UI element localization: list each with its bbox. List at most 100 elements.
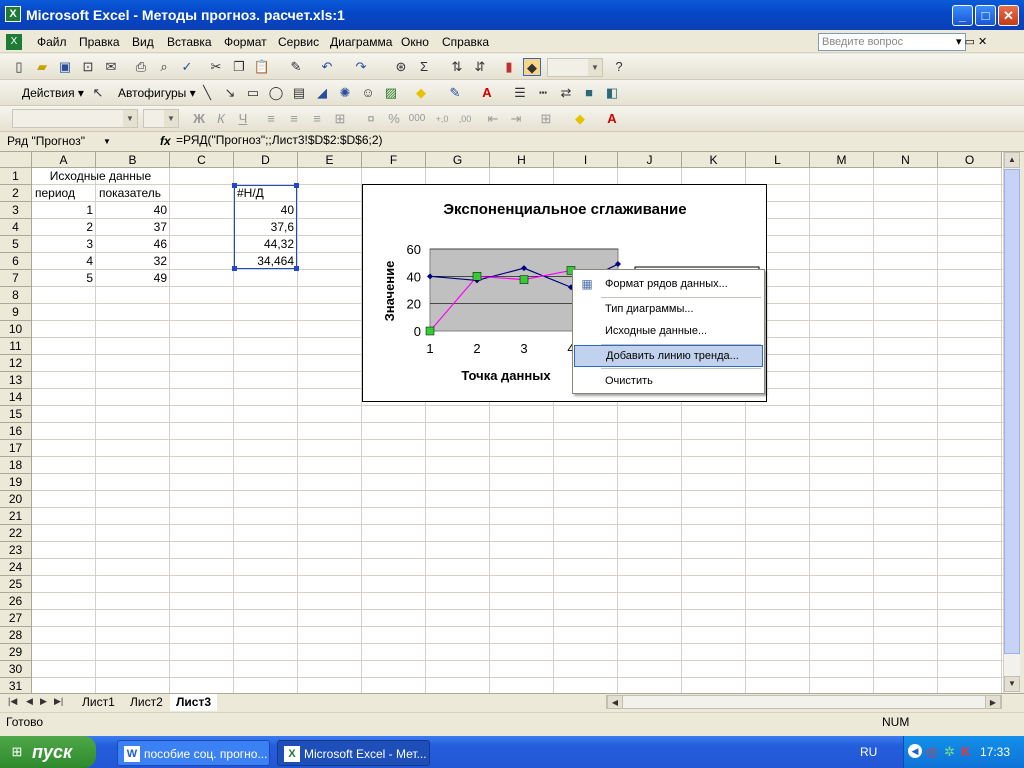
arrow-style-icon[interactable]: ⇄ [557, 84, 575, 102]
sheet-tab-3[interactable]: Лист3 [170, 694, 218, 711]
fx-icon[interactable]: fx [160, 134, 171, 148]
chart-wizard-icon[interactable]: ▮ [500, 58, 518, 76]
column-header-m[interactable]: M [810, 152, 874, 168]
highlight-fill-icon[interactable]: ◆ [571, 110, 589, 128]
row-header-30[interactable]: 30 [0, 661, 32, 678]
row-header-23[interactable]: 23 [0, 542, 32, 559]
cut-icon[interactable]: ✂ [207, 58, 225, 76]
underline-icon[interactable]: Ч [234, 110, 252, 128]
row-header-16[interactable]: 16 [0, 423, 32, 440]
column-header-l[interactable]: L [746, 152, 810, 168]
cell-a6[interactable]: 4 [32, 253, 96, 270]
menu-format-data-series[interactable]: ▦ Формат рядов данных... [574, 273, 763, 295]
row-header-24[interactable]: 24 [0, 559, 32, 576]
menu-source-data[interactable]: Исходные данные... [574, 320, 763, 342]
scroll-thumb[interactable] [1004, 169, 1020, 654]
column-header-i[interactable]: I [554, 152, 618, 168]
fill-color-icon[interactable]: ◆ [412, 84, 430, 102]
cell-b4[interactable]: 37 [96, 219, 170, 236]
row-header-10[interactable]: 10 [0, 321, 32, 338]
row-header-25[interactable]: 25 [0, 576, 32, 593]
diagram-icon[interactable]: ✺ [336, 84, 354, 102]
column-header-g[interactable]: G [426, 152, 490, 168]
row-header-17[interactable]: 17 [0, 440, 32, 457]
series-2-point[interactable] [472, 272, 482, 281]
paste-icon[interactable]: 📋 [253, 58, 271, 76]
horizontal-scrollbar[interactable]: ◀ ▶ [606, 695, 1002, 709]
menu-service[interactable]: Сервис [278, 35, 319, 49]
doc-window-controls[interactable]: ▾ ▭ ✕ [956, 35, 987, 48]
x-axis-title[interactable]: Точка данных [461, 368, 551, 383]
align-right-icon[interactable]: ≡ [308, 110, 326, 128]
row-header-9[interactable]: 9 [0, 304, 32, 321]
vertical-scrollbar[interactable]: ▲ ▼ [1003, 152, 1020, 693]
column-header-c[interactable]: C [170, 152, 234, 168]
cell-a3[interactable]: 1 [32, 202, 96, 219]
row-header-28[interactable]: 28 [0, 627, 32, 644]
row-header-22[interactable]: 22 [0, 525, 32, 542]
redo-icon[interactable]: ↷ [352, 58, 370, 76]
show-hidden-icon[interactable]: ◀ [908, 744, 922, 758]
picture-icon[interactable]: ▨ [382, 84, 400, 102]
select-objects-icon[interactable]: ↖ [89, 84, 107, 102]
line-color-icon[interactable]: ✎ [446, 84, 464, 102]
undo-icon[interactable]: ↶ [318, 58, 336, 76]
cell-a5[interactable]: 3 [32, 236, 96, 253]
maximize-button[interactable]: □ [975, 5, 996, 26]
print-preview-icon[interactable]: ⌕ [155, 58, 173, 76]
antivirus-icon[interactable]: K [961, 744, 970, 759]
cell-a2[interactable]: период [32, 185, 96, 202]
row-header-5[interactable]: 5 [0, 236, 32, 253]
row-header-20[interactable]: 20 [0, 491, 32, 508]
cell-a4[interactable]: 2 [32, 219, 96, 236]
row-header-18[interactable]: 18 [0, 457, 32, 474]
menu-clear[interactable]: Очистить [574, 370, 763, 392]
menu-format[interactable]: Формат [224, 35, 267, 49]
name-box[interactable]: Ряд "Прогноз" [4, 133, 116, 150]
open-icon[interactable]: ▰ [33, 58, 51, 76]
y-axis-title[interactable]: Значение [382, 261, 397, 322]
shadow-icon[interactable]: ■ [580, 84, 598, 102]
new-icon[interactable]: ▯ [10, 58, 28, 76]
increase-indent-icon[interactable]: ⇥ [507, 110, 525, 128]
row-header-13[interactable]: 13 [0, 372, 32, 389]
cell-b6[interactable]: 32 [96, 253, 170, 270]
textbox-icon[interactable]: ▤ [290, 84, 308, 102]
sort-desc-icon[interactable]: ⇵ [471, 58, 489, 76]
range-handle[interactable] [232, 266, 237, 271]
range-handle[interactable] [232, 183, 237, 188]
sheet-tab-2[interactable]: Лист2 [124, 694, 169, 711]
row-header-3[interactable]: 3 [0, 202, 32, 219]
spelling-icon[interactable]: ✓ [178, 58, 196, 76]
row-header-4[interactable]: 4 [0, 219, 32, 236]
menu-window[interactable]: Окно [401, 35, 429, 49]
merge-center-icon[interactable]: ⊞ [331, 110, 349, 128]
column-header-k[interactable]: K [682, 152, 746, 168]
cell-b2[interactable]: показатель [96, 185, 170, 202]
row-header-19[interactable]: 19 [0, 474, 32, 491]
print-icon[interactable]: ⎙ [132, 58, 150, 76]
row-header-15[interactable]: 15 [0, 406, 32, 423]
clipart-icon[interactable]: ☺ [359, 84, 377, 102]
prev-sheet-icon[interactable]: ◀ [26, 696, 33, 707]
drawing-icon[interactable]: ◆ [523, 58, 541, 76]
scroll-down-icon[interactable]: ▼ [1004, 676, 1020, 692]
row-header-27[interactable]: 27 [0, 610, 32, 627]
menu-add-trendline[interactable]: Добавить линию тренда... [574, 345, 763, 367]
3d-icon[interactable]: ◧ [603, 84, 621, 102]
close-button[interactable]: ✕ [998, 5, 1019, 26]
rectangle-icon[interactable]: ▭ [244, 84, 262, 102]
decrease-indent-icon[interactable]: ⇤ [484, 110, 502, 128]
menu-chart-type[interactable]: Тип диаграммы... [574, 298, 763, 320]
menu-help[interactable]: Справка [442, 35, 489, 49]
range-handle[interactable] [294, 266, 299, 271]
menu-edit[interactable]: Правка [79, 35, 120, 49]
decrease-decimal-icon[interactable]: ,00 [456, 110, 474, 128]
actions-menu[interactable]: Действия ▾ [22, 86, 84, 100]
taskbar-item-excel[interactable]: X Microsoft Excel - Мет... [277, 740, 430, 766]
row-header-21[interactable]: 21 [0, 508, 32, 525]
row-header-6[interactable]: 6 [0, 253, 32, 270]
row-header-14[interactable]: 14 [0, 389, 32, 406]
column-header-b[interactable]: B [96, 152, 170, 168]
wordart-icon[interactable]: ◢ [313, 84, 331, 102]
